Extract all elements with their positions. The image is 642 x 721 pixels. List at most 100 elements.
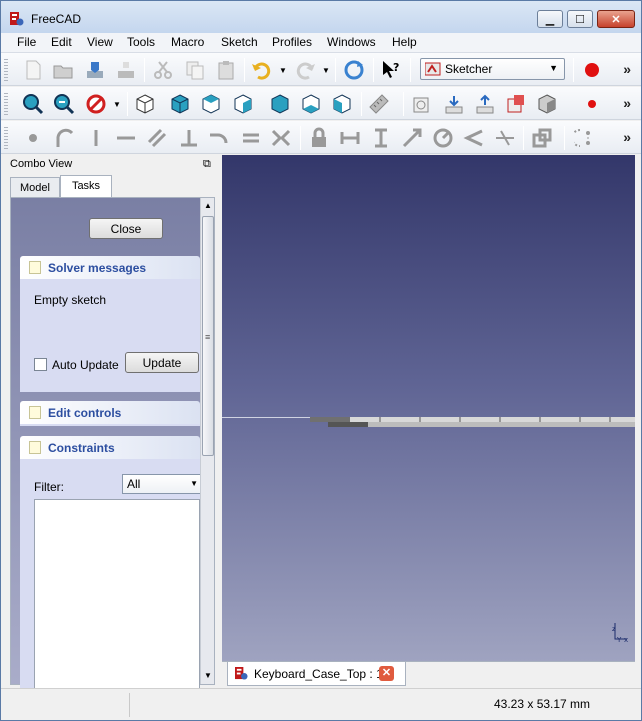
front-view-icon[interactable]: [169, 93, 191, 115]
panel-note-icon: [29, 261, 41, 274]
status-divider: [129, 693, 130, 717]
menu-windows[interactable]: Windows: [327, 35, 376, 49]
draw-style-icon[interactable]: [85, 93, 107, 115]
scroll-up-icon[interactable]: ▲: [201, 198, 215, 214]
workbench-label: Sketcher: [445, 62, 493, 76]
constrain-parallel-icon[interactable]: [146, 127, 168, 149]
copy-icon[interactable]: [184, 59, 206, 81]
toolbar-overflow-icon[interactable]: »: [623, 61, 631, 77]
constrain-distance-y-icon[interactable]: [370, 127, 392, 149]
menu-view[interactable]: View: [87, 35, 113, 49]
constrain-horizontal-icon[interactable]: [115, 127, 137, 149]
filter-select[interactable]: All ▼: [122, 474, 202, 494]
constrain-equal-icon[interactable]: [240, 127, 262, 149]
line-icon[interactable]: [85, 127, 107, 149]
document-tab[interactable]: Keyboard_Case_Top : 1* ✕: [227, 662, 406, 686]
constrain-radius-icon[interactable]: [432, 127, 454, 149]
open-icon[interactable]: [52, 59, 74, 81]
auto-update-checkbox[interactable]: [34, 358, 47, 371]
select-constraints-icon[interactable]: [574, 127, 596, 149]
fit-all-icon[interactable]: [22, 93, 44, 115]
top-view-icon[interactable]: [200, 93, 222, 115]
scrollbar-thumb[interactable]: ≡: [202, 216, 214, 456]
menu-file[interactable]: File: [17, 35, 36, 49]
scroll-down-icon[interactable]: ▼: [201, 668, 215, 684]
new-icon[interactable]: [22, 59, 44, 81]
task-panel-scrollbar[interactable]: ▲ ≡ ▼: [200, 198, 214, 684]
constraints-header[interactable]: Constraints: [20, 436, 200, 459]
maximize-button[interactable]: ☐: [567, 10, 593, 28]
toolbar-grip[interactable]: [4, 127, 8, 149]
validate-sketch-icon[interactable]: [536, 93, 558, 115]
solver-messages-header[interactable]: Solver messages: [20, 256, 200, 279]
solver-messages-panel: Empty sketch Auto Update Update: [20, 279, 200, 392]
map-sketch-icon[interactable]: [505, 93, 527, 115]
minimize-button[interactable]: ▁: [537, 10, 563, 28]
menu-edit[interactable]: Edit: [51, 35, 72, 49]
auto-update-label: Auto Update: [52, 358, 119, 372]
edit-controls-panel: [20, 424, 200, 426]
constrain-symmetric-icon[interactable]: [270, 127, 292, 149]
toolbar-grip[interactable]: [4, 93, 8, 115]
point-icon[interactable]: [22, 127, 44, 149]
menu-sketch[interactable]: Sketch: [221, 35, 258, 49]
constrain-perpendicular-icon[interactable]: [178, 127, 200, 149]
paste-icon[interactable]: [215, 59, 237, 81]
cut-icon[interactable]: [152, 59, 174, 81]
close-window-button[interactable]: ✕: [597, 10, 635, 28]
tab-tasks[interactable]: Tasks: [60, 175, 112, 198]
record-stop-icon[interactable]: [581, 93, 603, 115]
svg-text:x: x: [624, 636, 628, 643]
fit-selection-icon[interactable]: [53, 93, 75, 115]
edit-controls-title: Edit controls: [48, 406, 122, 420]
toolbar-grip[interactable]: [4, 59, 8, 81]
chevron-down-icon: ▼: [549, 63, 558, 73]
tab-model[interactable]: Model: [10, 177, 60, 198]
constrain-lock-icon[interactable]: [308, 127, 330, 149]
close-tab-icon[interactable]: ✕: [379, 666, 394, 681]
workbench-selector[interactable]: Sketcher ▼: [420, 58, 565, 80]
constrain-snell-icon[interactable]: [494, 127, 516, 149]
whats-this-icon[interactable]: ?: [380, 59, 402, 81]
svg-text:z: z: [612, 625, 616, 633]
toggle-construction-icon[interactable]: [531, 127, 553, 149]
measure-icon[interactable]: [368, 93, 390, 115]
constrain-distance-icon[interactable]: [401, 127, 423, 149]
draw-style-dropdown-icon[interactable]: ▼: [113, 100, 121, 109]
constrain-tangent-icon[interactable]: [208, 127, 230, 149]
bottom-view-icon[interactable]: [300, 93, 322, 115]
arc-icon[interactable]: [53, 127, 75, 149]
redo-icon[interactable]: [294, 59, 316, 81]
constrain-distance-x-icon[interactable]: [339, 127, 361, 149]
save-icon[interactable]: [84, 59, 106, 81]
rear-view-icon[interactable]: [269, 93, 291, 115]
menu-profiles[interactable]: Profiles: [272, 35, 312, 49]
view-sketch-icon[interactable]: [474, 93, 496, 115]
undo-icon[interactable]: [251, 59, 273, 81]
3d-viewport[interactable]: zYx: [222, 155, 635, 661]
undo-dropdown-icon[interactable]: ▼: [279, 66, 287, 75]
toolbar-overflow-icon[interactable]: »: [623, 129, 631, 145]
edit-controls-header[interactable]: Edit controls: [20, 401, 200, 424]
menu-macro[interactable]: Macro: [171, 35, 204, 49]
left-view-icon[interactable]: [331, 93, 353, 115]
export-icon[interactable]: [115, 59, 137, 81]
app-window: FreeCAD ▁ ☐ ✕ File Edit View Tools Macro…: [0, 0, 642, 721]
leave-sketch-icon[interactable]: [443, 93, 465, 115]
close-button[interactable]: Close: [89, 218, 163, 239]
sketch-new-icon[interactable]: [411, 93, 433, 115]
constraints-panel: Filter: All ▼: [20, 459, 202, 689]
toolbar-overflow-icon[interactable]: »: [623, 95, 631, 111]
redo-dropdown-icon[interactable]: ▼: [322, 66, 330, 75]
menu-help[interactable]: Help: [392, 35, 417, 49]
right-view-icon[interactable]: [232, 93, 254, 115]
record-macro-icon[interactable]: [581, 59, 603, 81]
undock-icon[interactable]: ⧉: [203, 158, 211, 171]
menu-tools[interactable]: Tools: [127, 35, 155, 49]
svg-text:?: ?: [393, 61, 399, 74]
update-button[interactable]: Update: [125, 352, 199, 373]
constraints-list[interactable]: [34, 499, 200, 689]
refresh-icon[interactable]: [343, 59, 365, 81]
isometric-view-icon[interactable]: [134, 93, 156, 115]
constrain-angle-icon[interactable]: [463, 127, 485, 149]
